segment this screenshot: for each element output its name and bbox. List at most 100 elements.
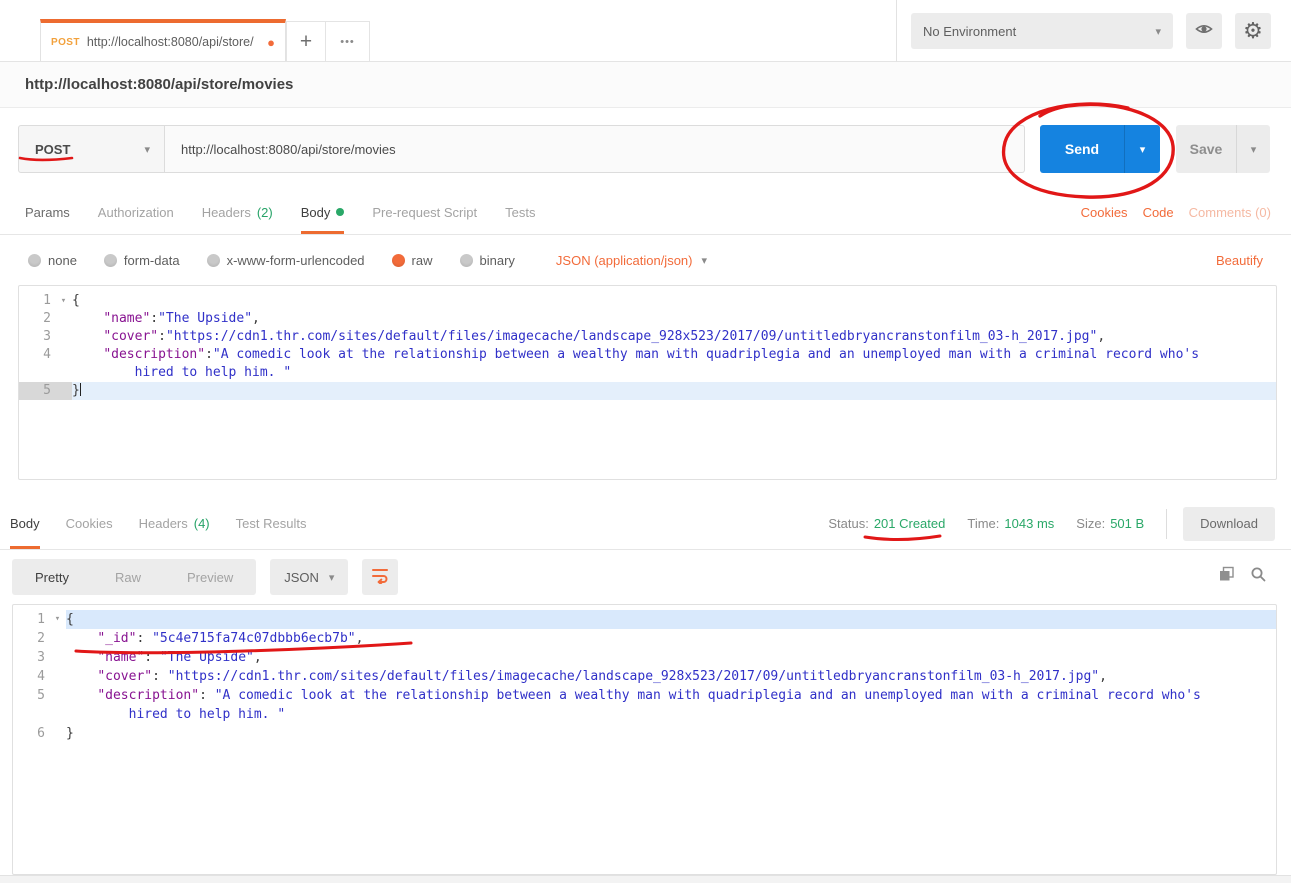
tab-headers[interactable]: Headers(2): [202, 190, 273, 234]
view-pretty-button[interactable]: Pretty: [12, 570, 92, 585]
new-tab-button[interactable]: +: [286, 21, 326, 61]
tab-options-button[interactable]: •••: [326, 21, 370, 61]
code-line: 4 "cover": "https://cdn1.thr.com/sites/d…: [13, 667, 1276, 686]
fold-arrow-icon[interactable]: ▾: [49, 610, 66, 629]
body-type-radio-group: none form-data x-www-form-urlencoded raw bin…: [28, 253, 542, 268]
request-tab-bar: POST http://localhost:8080/api/store/ ● …: [40, 19, 370, 61]
tab-params[interactable]: Params: [25, 190, 70, 234]
radio-button-icon: [460, 254, 473, 267]
request-title-row: http://localhost:8080/api/store/movies: [0, 62, 1291, 108]
code-line: 2 "name":"The Upside",: [19, 310, 1276, 328]
response-tab-test-results[interactable]: Test Results: [236, 497, 307, 549]
body-has-content-dot-icon: [336, 208, 344, 216]
chevron-down-icon: ▾: [144, 143, 150, 156]
text-cursor: [80, 383, 81, 396]
send-split-button: Send ▾: [1040, 125, 1160, 173]
environment-select[interactable]: No Environment ▾: [911, 13, 1173, 49]
view-preview-button[interactable]: Preview: [164, 570, 256, 585]
horizontal-scrollbar[interactable]: [0, 875, 1291, 883]
download-button[interactable]: Download: [1183, 507, 1275, 541]
page-title: http://localhost:8080/api/store/movies: [25, 76, 293, 93]
search-icon[interactable]: [1250, 566, 1267, 588]
view-raw-button[interactable]: Raw: [92, 570, 164, 585]
response-meta-row: Body Cookies Headers(4) Test Results Status…: [0, 497, 1291, 550]
radio-button-icon: [392, 254, 405, 267]
code-line: hired to help him. ": [13, 705, 1276, 724]
size-value: 501 B: [1110, 516, 1144, 531]
save-button[interactable]: Save: [1176, 125, 1236, 173]
response-toolbar: PrettyRawPreview JSON ▾: [0, 550, 1291, 604]
chevron-down-icon: ▾: [701, 254, 707, 267]
content-type-select[interactable]: JSON (application/json) ▾: [556, 253, 707, 268]
code-line: 5 "description": "A comedic look at the …: [13, 686, 1276, 705]
tab-method-badge: POST: [51, 37, 80, 48]
body-type-row: none form-data x-www-form-urlencoded raw bin…: [0, 235, 1291, 285]
response-status-area: Status:201 Created Time:1043 ms Size:501…: [806, 497, 1275, 550]
radio-none[interactable]: none: [28, 253, 77, 268]
code-line: 5}: [19, 382, 1276, 400]
send-options-button[interactable]: ▾: [1124, 125, 1160, 173]
chevron-down-icon: ▾: [329, 571, 335, 584]
radio-button-icon: [28, 254, 41, 267]
response-format-select[interactable]: JSON ▾: [270, 559, 348, 595]
save-split-button: Save ▾: [1176, 125, 1270, 173]
section-gap: [0, 480, 1291, 497]
request-body-editor[interactable]: 1▾{2 "name":"The Upside",3 "cover":"http…: [18, 285, 1277, 480]
wrap-text-button[interactable]: [362, 559, 398, 595]
code-line: 3 "cover":"https://cdn1.thr.com/sites/de…: [19, 328, 1276, 346]
settings-button[interactable]: ⚙: [1235, 13, 1271, 49]
response-tab-body[interactable]: Body: [10, 497, 40, 549]
radio-raw[interactable]: raw: [392, 253, 433, 268]
environment-quicklook-button[interactable]: [1186, 13, 1222, 49]
response-tab-cookies[interactable]: Cookies: [66, 497, 113, 549]
status-badge: Status:201 Created: [828, 516, 945, 531]
response-view-switcher: PrettyRawPreview: [12, 559, 256, 595]
tab-tests[interactable]: Tests: [505, 190, 535, 234]
request-tabs-right: Cookies Code Comments (0): [1081, 190, 1271, 235]
radio-button-icon: [207, 254, 220, 267]
divider: [1166, 509, 1167, 539]
code-line: 1▾{: [13, 610, 1276, 629]
tab-url-label: http://localhost:8080/api/store/: [87, 35, 260, 49]
format-label: JSON: [284, 570, 319, 585]
code-line: 3 "name": "The Upside",: [13, 648, 1276, 667]
code-line: 4 "description":"A comedic look at the r…: [19, 346, 1276, 364]
response-body-editor[interactable]: 1▾{2 "_id": "5c4e715fa74c07dbbb6ecb7b",3…: [12, 604, 1277, 875]
response-tab-headers[interactable]: Headers(4): [139, 497, 210, 549]
environment-area: No Environment ▾ ⚙: [896, 0, 1291, 62]
tab-pre-request-script[interactable]: Pre-request Script: [372, 190, 477, 234]
time-value: 1043 ms: [1004, 516, 1054, 531]
code-line: 1▾{: [19, 292, 1276, 310]
comments-link[interactable]: Comments (0): [1189, 205, 1271, 220]
radio-x-www-form-urlencoded[interactable]: x-www-form-urlencoded: [207, 253, 365, 268]
radio-binary[interactable]: binary: [460, 253, 515, 268]
wrap-text-icon: [371, 566, 389, 589]
code-link[interactable]: Code: [1143, 205, 1174, 220]
chevron-down-icon: ▾: [1155, 25, 1161, 38]
radio-form-data[interactable]: form-data: [104, 253, 180, 268]
method-select[interactable]: POST ▾: [18, 125, 165, 173]
request-tabs: Params Authorization Headers(2) Body Pre-req…: [0, 190, 1291, 235]
environment-label: No Environment: [923, 24, 1016, 39]
response-toolbar-right: [1218, 566, 1267, 588]
response-tabs: Body Cookies Headers(4) Test Results: [10, 497, 332, 549]
size-badge: Size:501 B: [1076, 516, 1144, 531]
content-type-label: JSON (application/json): [556, 253, 693, 268]
unsaved-dot-icon: ●: [267, 36, 275, 49]
request-tab[interactable]: POST http://localhost:8080/api/store/ ●: [40, 19, 286, 61]
beautify-link[interactable]: Beautify: [1216, 253, 1263, 268]
chevron-down-icon: ▾: [1140, 144, 1146, 156]
cookies-link[interactable]: Cookies: [1081, 205, 1128, 220]
tab-authorization[interactable]: Authorization: [98, 190, 174, 234]
fold-arrow-icon[interactable]: ▾: [55, 292, 72, 310]
send-button[interactable]: Send: [1040, 125, 1124, 173]
code-line: hired to help him. ": [19, 364, 1276, 382]
request-url-bar: POST ▾ Send ▾ Save ▾: [0, 108, 1291, 190]
status-value: 201 Created: [874, 516, 946, 531]
tab-body[interactable]: Body: [301, 190, 345, 234]
copy-icon[interactable]: [1218, 566, 1235, 588]
radio-button-icon: [104, 254, 117, 267]
request-tabs-left: Params Authorization Headers(2) Body Pre-req…: [25, 190, 563, 234]
save-options-button[interactable]: ▾: [1236, 125, 1270, 173]
url-input[interactable]: [165, 125, 1025, 173]
